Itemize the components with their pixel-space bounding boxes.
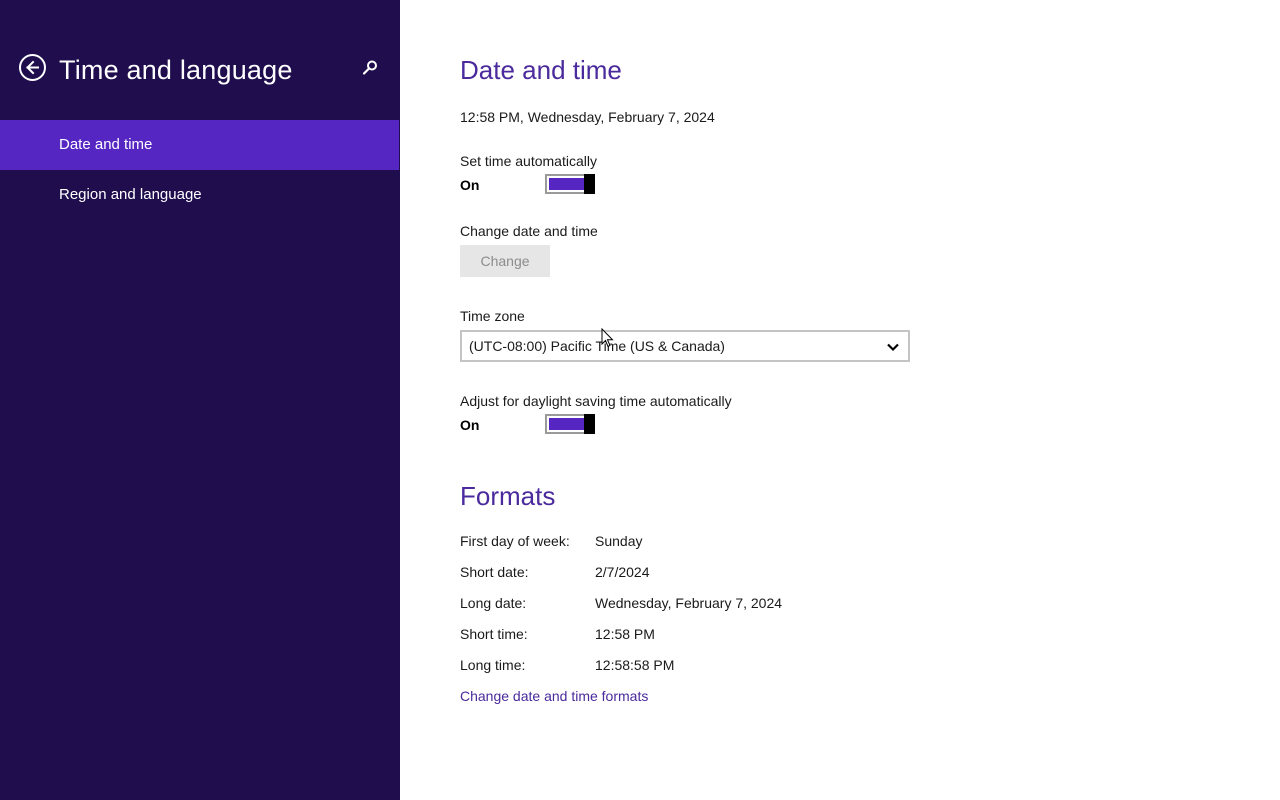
format-row: Long time: 12:58:58 PM xyxy=(460,656,960,674)
back-button[interactable] xyxy=(19,54,46,81)
current-date-time: 12:58 PM, Wednesday, February 7, 2024 xyxy=(460,109,715,125)
format-row: Short time: 12:58 PM xyxy=(460,625,960,643)
format-label: Short time: xyxy=(460,626,528,642)
toggle-thumb xyxy=(584,414,595,434)
format-value: 12:58 PM xyxy=(595,626,655,642)
format-value: 2/7/2024 xyxy=(595,564,650,580)
format-row: First day of week: Sunday xyxy=(460,532,960,550)
change-button[interactable]: Change xyxy=(460,245,550,277)
dst-state: On xyxy=(460,417,480,433)
format-value: Sunday xyxy=(595,533,643,549)
format-value: 12:58:58 PM xyxy=(595,657,675,673)
format-value: Wednesday, February 7, 2024 xyxy=(595,595,783,611)
sidebar-nav: Date and time Region and language xyxy=(0,120,399,220)
auto-time-label: Set time automatically xyxy=(460,153,597,169)
format-row: Short date: 2/7/2024 xyxy=(460,563,960,581)
settings-window: Time and language Date and time Region a… xyxy=(0,0,1280,800)
formats-heading: Formats xyxy=(460,481,556,511)
toggle-thumb xyxy=(584,174,595,194)
format-row: Long date: Wednesday, February 7, 2024 xyxy=(460,594,960,612)
change-date-time-label: Change date and time xyxy=(460,223,598,239)
date-time-heading: Date and time xyxy=(460,55,622,85)
sidebar-item-region-and-language[interactable]: Region and language xyxy=(0,170,399,220)
chevron-down-icon xyxy=(886,340,900,354)
dst-toggle[interactable] xyxy=(545,414,595,434)
timezone-value: (UTC-08:00) Pacific Time (US & Canada) xyxy=(469,338,725,354)
search-button[interactable] xyxy=(358,58,382,82)
timezone-label: Time zone xyxy=(460,308,525,324)
format-label: First day of week: xyxy=(460,533,570,549)
page-title: Time and language xyxy=(59,55,293,85)
timezone-dropdown[interactable]: (UTC-08:00) Pacific Time (US & Canada) xyxy=(460,330,910,362)
back-arrow-icon xyxy=(25,60,40,75)
toggle-fill xyxy=(549,178,584,190)
main-content: Date and time 12:58 PM, Wednesday, Febru… xyxy=(460,0,1240,800)
dst-label: Adjust for daylight saving time automati… xyxy=(460,393,732,409)
change-formats-link[interactable]: Change date and time formats xyxy=(460,687,648,705)
toggle-fill xyxy=(549,418,584,430)
auto-time-state: On xyxy=(460,177,480,193)
format-label: Short date: xyxy=(460,564,529,580)
format-label: Long date: xyxy=(460,595,527,611)
auto-time-toggle[interactable] xyxy=(545,174,595,194)
search-icon xyxy=(361,59,379,82)
sidebar: Time and language Date and time Region a… xyxy=(0,0,400,800)
format-label: Long time: xyxy=(460,657,526,673)
sidebar-item-date-and-time[interactable]: Date and time xyxy=(0,120,399,170)
